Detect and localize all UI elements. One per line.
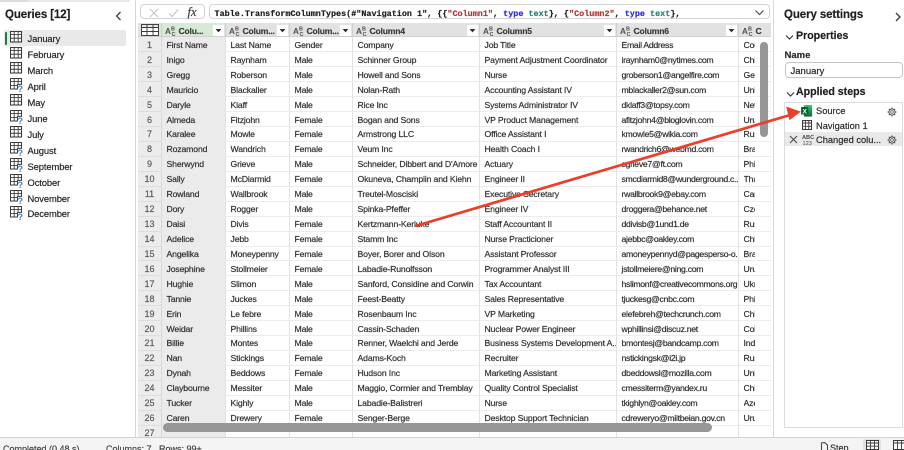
svg-text:C: C [299, 31, 303, 35]
svg-text:C: C [171, 31, 175, 35]
svg-text:?: ? [17, 212, 22, 220]
svg-text:?: ? [17, 180, 22, 188]
svg-text:C: C [626, 31, 630, 35]
svg-text:?: ? [17, 196, 22, 204]
svg-text:C: C [362, 31, 366, 35]
svg-text:?: ? [17, 84, 22, 92]
svg-text:X: X [803, 109, 808, 116]
svg-text:?: ? [17, 164, 22, 172]
svg-text:C: C [235, 31, 239, 35]
svg-text:C: C [489, 31, 493, 35]
svg-text:?: ? [17, 148, 22, 156]
svg-text:?: ? [17, 116, 22, 124]
svg-text:123: 123 [802, 141, 811, 145]
svg-text:C: C [748, 31, 752, 35]
